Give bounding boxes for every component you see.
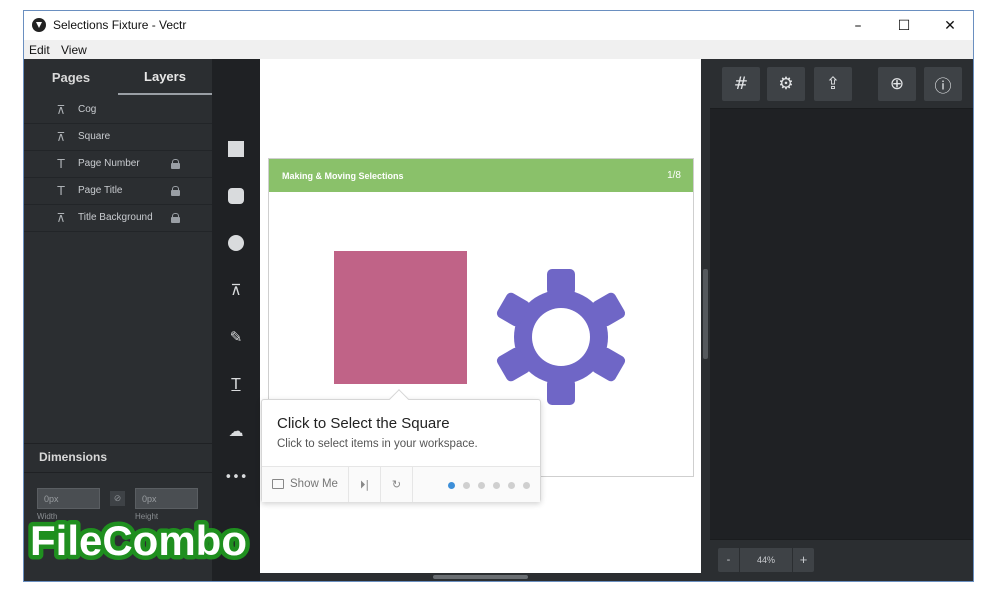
panel-tabs: Pages Layers	[24, 59, 212, 95]
text-icon: T	[57, 157, 65, 171]
grid-button[interactable]: #	[722, 67, 760, 101]
horizontal-scrollbar[interactable]	[260, 573, 701, 581]
rounded-rectangle-tool[interactable]	[212, 181, 260, 211]
layer-item-page-number[interactable]: T Page Number	[24, 151, 212, 178]
scroll-thumb[interactable]	[703, 269, 708, 359]
close-button[interactable]: ✕	[927, 11, 973, 40]
tooltip-footer: Show Me ⏵| ↻	[262, 466, 540, 502]
info-button[interactable]: ⓘ	[924, 67, 962, 101]
ellipse-tool[interactable]	[212, 228, 260, 258]
refresh-icon: ↻	[391, 478, 402, 491]
step-dot[interactable]	[463, 482, 470, 489]
window-title: Selections Fixture - Vectr	[53, 18, 187, 32]
vertical-scrollbar[interactable]	[701, 59, 710, 581]
right-toolbar: # ⚙ ⇪ ⊕ ⓘ	[710, 59, 973, 109]
title-bar[interactable]: Selections Fixture - Vectr – ☐ ✕	[24, 11, 973, 40]
tooltip-title: Click to Select the Square	[277, 415, 450, 432]
layer-item-square[interactable]: ⊼ Square	[24, 124, 212, 151]
square-shape[interactable]	[334, 251, 467, 384]
layer-name: Cog	[78, 104, 97, 115]
rounded-square-icon	[228, 188, 244, 204]
layer-item-title-background[interactable]: ⊼ Title Background	[24, 205, 212, 232]
right-panel: # ⚙ ⇪ ⊕ ⓘ - 44% +	[710, 59, 973, 581]
pen-icon: ⊼	[230, 281, 242, 299]
lock-icon[interactable]	[171, 186, 180, 196]
pen-tool[interactable]: ⊼	[212, 275, 260, 305]
layer-name: Page Number	[78, 158, 140, 169]
more-tools[interactable]: •••	[212, 463, 260, 493]
square-icon	[228, 141, 244, 157]
tutorial-tooltip: Click to Select the Square Click to sele…	[261, 389, 541, 502]
path-icon: ⊼	[56, 103, 66, 117]
scroll-thumb[interactable]	[433, 575, 528, 579]
menu-view[interactable]: View	[61, 43, 87, 57]
page-title[interactable]: Making & Moving Selections	[282, 171, 404, 181]
vectr-logo-icon	[32, 18, 46, 32]
upload-tool[interactable]: ☁	[212, 416, 260, 446]
cog-shape[interactable]	[493, 269, 629, 405]
grid-icon: #	[733, 74, 749, 94]
show-me-button[interactable]: Show Me	[262, 467, 349, 502]
lock-icon[interactable]	[171, 159, 180, 169]
new-page-icon: ⊕	[889, 74, 905, 94]
next-step-button[interactable]: ⏵|	[349, 467, 381, 502]
restart-button[interactable]: ↻	[381, 467, 413, 502]
export-icon: ⇪	[825, 74, 841, 94]
width-input[interactable]: 0px	[37, 488, 100, 509]
step-dot[interactable]	[508, 482, 515, 489]
menu-edit[interactable]: Edit	[29, 43, 50, 57]
text-icon: T	[57, 184, 65, 198]
left-panel: Pages Layers ⊼ Cog ⊼ Square T Page Numbe…	[24, 59, 212, 581]
step-dot[interactable]	[493, 482, 500, 489]
skip-next-icon: ⏵|	[359, 478, 370, 491]
pencil-icon: ✎	[229, 328, 243, 346]
tool-bar: ⊼ ✎ T ☁ •••	[212, 59, 260, 581]
tab-layers[interactable]: Layers	[118, 59, 212, 95]
step-dot[interactable]	[448, 482, 455, 489]
circle-icon	[228, 235, 244, 251]
divider	[24, 472, 212, 473]
layer-name: Page Title	[78, 185, 123, 196]
tooltip-body: Click to select items in your workspace.	[277, 438, 478, 450]
rectangle-tool[interactable]	[212, 134, 260, 164]
app-window: Selections Fixture - Vectr – ☐ ✕ Edit Vi…	[23, 10, 974, 582]
show-me-label: Show Me	[290, 478, 338, 490]
title-background[interactable]: Making & Moving Selections 1/8	[269, 159, 693, 192]
height-input[interactable]: 0px	[135, 488, 198, 509]
menu-bar: Edit View	[24, 40, 973, 59]
lock-icon[interactable]	[171, 213, 180, 223]
path-icon: ⊼	[56, 130, 66, 144]
minimize-button[interactable]: –	[835, 11, 881, 40]
layer-name: Square	[78, 131, 111, 142]
page-settings-icon: ⚙	[778, 74, 794, 94]
maximize-button[interactable]: ☐	[881, 11, 927, 40]
layer-name: Title Background	[78, 212, 153, 223]
new-page-button[interactable]: ⊕	[878, 67, 916, 101]
zoom-out-button[interactable]: -	[718, 548, 740, 572]
layer-item-cog[interactable]: ⊼ Cog	[24, 97, 212, 124]
step-dot[interactable]	[478, 482, 485, 489]
zoom-in-button[interactable]: +	[792, 548, 814, 572]
layer-item-page-title[interactable]: T Page Title	[24, 178, 212, 205]
link-proportions-icon[interactable]: ⊘	[110, 491, 125, 506]
watermark-text: FileCombo	[30, 517, 247, 564]
more-icon: •••	[224, 470, 248, 485]
filecombo-watermark-logo: FileCombo	[26, 513, 252, 569]
export-button[interactable]: ⇪	[814, 67, 852, 101]
page-number[interactable]: 1/8	[667, 170, 681, 181]
play-screen-icon	[272, 479, 284, 489]
zoom-level[interactable]: 44%	[740, 548, 792, 572]
step-dot[interactable]	[523, 482, 530, 489]
zoom-control: - 44% +	[718, 548, 814, 572]
cloud-upload-icon: ☁	[228, 422, 244, 440]
text-tool[interactable]: T	[212, 369, 260, 399]
path-icon: ⊼	[56, 211, 66, 225]
pencil-tool[interactable]: ✎	[212, 322, 260, 352]
dimensions-title: Dimensions	[39, 450, 108, 464]
page-settings-button[interactable]: ⚙	[767, 67, 805, 101]
text-icon: T	[231, 375, 241, 393]
tab-pages[interactable]: Pages	[24, 59, 118, 95]
zoom-bar: - 44% +	[710, 539, 973, 581]
info-icon: ⓘ	[934, 76, 952, 97]
